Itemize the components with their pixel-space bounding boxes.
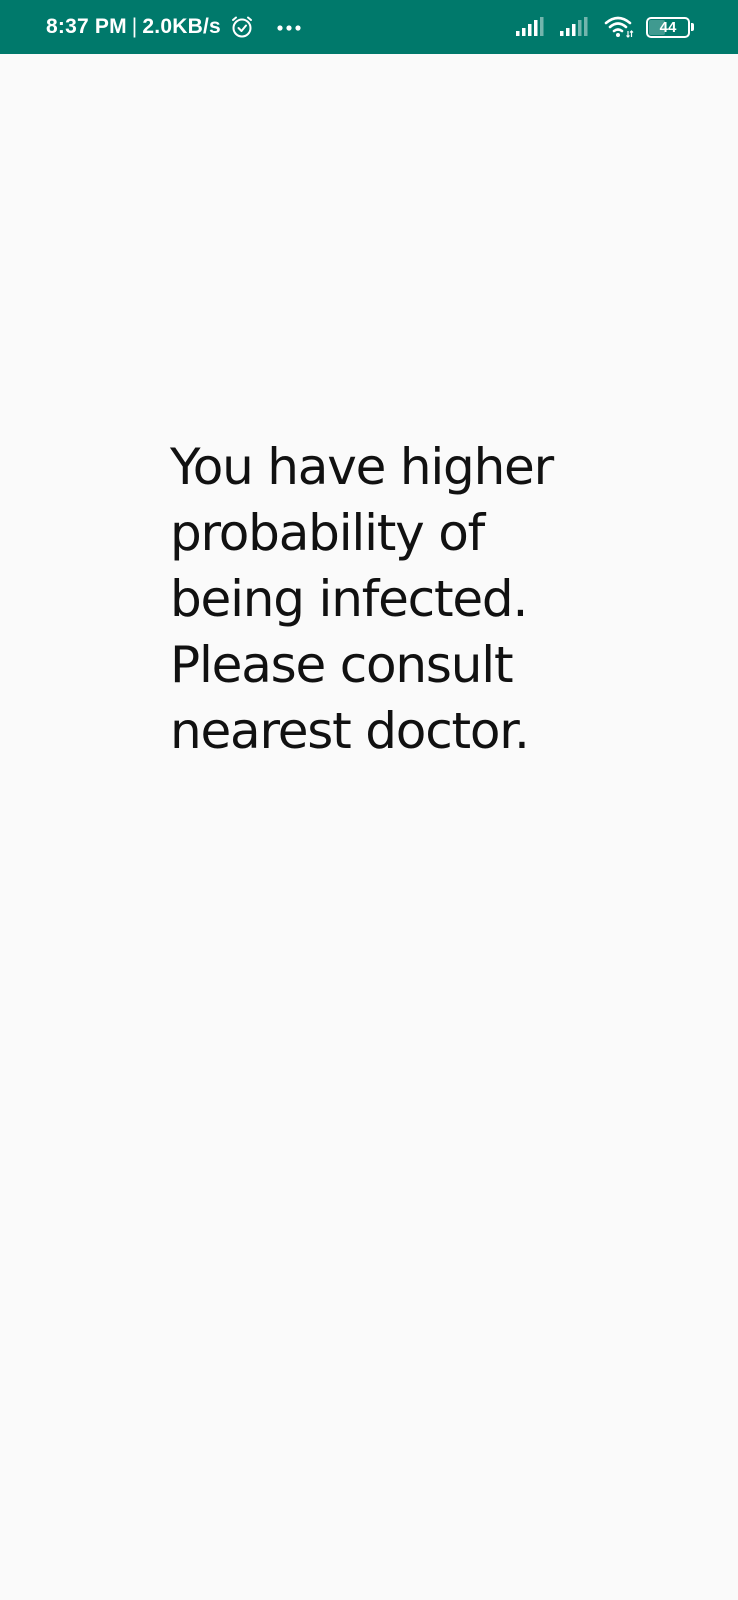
status-bar: 8:37 PM | 2.0KB/s 44 — [0, 0, 738, 54]
alarm-clock-icon — [230, 15, 254, 39]
status-bar-right: 44 — [516, 0, 694, 54]
wifi-icon — [604, 16, 634, 38]
battery-cap — [691, 23, 694, 31]
more-dots-icon — [276, 24, 302, 32]
status-separator: | — [131, 15, 138, 38]
main-content: You have higher probability of being inf… — [0, 54, 738, 1600]
result-message: You have higher probability of being inf… — [170, 438, 554, 760]
battery-icon: 44 — [646, 16, 694, 38]
status-bar-left: 8:37 PM | 2.0KB/s — [46, 0, 302, 54]
battery-level: 44 — [659, 18, 677, 36]
battery-body: 44 — [646, 16, 690, 38]
signal-sim1-icon — [516, 17, 546, 37]
signal-sim2-icon — [560, 17, 590, 37]
status-time: 8:37 PM — [46, 15, 127, 38]
network-speed: 2.0KB/s — [142, 15, 221, 38]
